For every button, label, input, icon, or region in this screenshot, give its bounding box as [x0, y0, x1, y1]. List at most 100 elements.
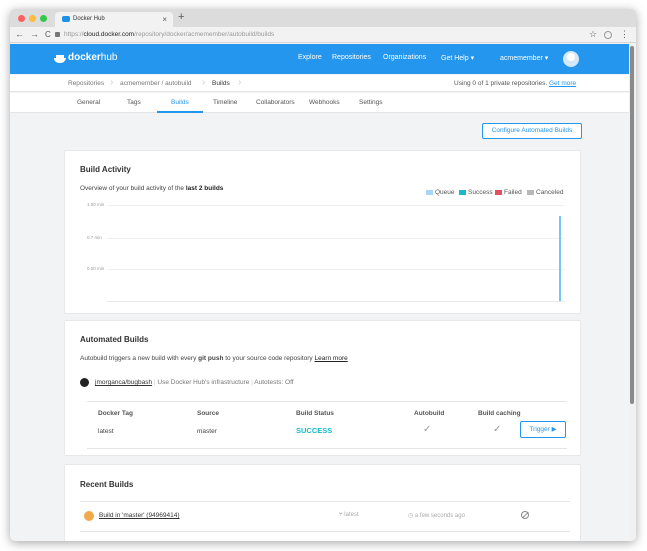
breadcrumb: Repositories › acmemember / autobuild › …: [10, 75, 636, 92]
scrollbar-thumb[interactable]: [630, 46, 634, 404]
subtitle-bold: last 2 builds: [185, 185, 224, 192]
build-time-label: a few seconds ago: [414, 513, 465, 519]
trigger-button[interactable]: Trigger ▶: [520, 421, 566, 438]
table-divider: [87, 448, 567, 449]
lock-icon: [55, 32, 60, 37]
reload-button[interactable]: C: [45, 30, 51, 39]
tab-title: Docker Hub: [73, 16, 105, 22]
nav-explore[interactable]: Explore: [298, 54, 322, 61]
url-field[interactable]: https://cloud.docker.com/repository/dock…: [64, 28, 274, 42]
user-menu[interactable]: acmemember ▾: [500, 54, 548, 62]
build-activity-title: Build Activity: [80, 165, 131, 174]
breadcrumb-builds: Builds: [212, 80, 230, 87]
url-scheme: https://: [64, 31, 84, 38]
logo-docker: docker: [68, 52, 101, 63]
automated-builds-title: Automated Builds: [80, 335, 149, 344]
forward-button[interactable]: →: [30, 29, 39, 39]
get-more-link[interactable]: Get more: [549, 80, 576, 87]
learn-more-link[interactable]: Learn more: [314, 355, 347, 362]
y-tick-label: 1.00 min: [87, 202, 105, 207]
new-tab-button[interactable]: +: [178, 11, 184, 23]
build-bar[interactable]: [559, 216, 561, 301]
nav-repositories[interactable]: Repositories: [332, 54, 371, 61]
gridline: [107, 238, 565, 239]
failed-swatch: [495, 189, 502, 195]
status-badge: SUCCESS: [296, 426, 333, 435]
private-repo-usage: Using 0 of 1 private repositories. Get m…: [454, 80, 576, 87]
row-tag: latest: [98, 428, 114, 435]
maximize-window-button[interactable]: [40, 15, 47, 22]
minimize-window-button[interactable]: [29, 15, 36, 22]
source-repo-link[interactable]: jmorganca/bugbash: [95, 379, 152, 386]
tab-general[interactable]: General: [77, 99, 100, 106]
infrastructure-text: Use Docker Hub's infrastructure: [157, 379, 250, 386]
queue-swatch: [426, 189, 433, 195]
build-activity-card: Build Activity Overview of your build ac…: [64, 150, 581, 314]
y-tick-label: 0.00 min: [87, 266, 105, 271]
breadcrumb-separator: ›: [238, 77, 242, 88]
docker-hub-logo[interactable]: dockerhub: [68, 52, 117, 63]
column-build-status: Build Status: [296, 410, 334, 417]
caching-check-icon[interactable]: ✓: [493, 424, 501, 435]
github-icon: [80, 378, 89, 387]
legend-canceled: Canceled: [527, 189, 563, 196]
y-tick-label: 0.7 min: [87, 235, 102, 240]
tab-close-icon[interactable]: ×: [162, 12, 167, 27]
docker-whale-icon: [54, 55, 66, 63]
legend-label: Canceled: [536, 189, 564, 196]
list-divider: [80, 531, 570, 532]
tab-timeline[interactable]: Timeline: [213, 99, 237, 106]
nav-get-help[interactable]: Get Help ▾: [441, 54, 474, 62]
gridline: [107, 269, 565, 270]
legend-queue: Queue: [426, 189, 455, 196]
url-path: /repository/docker/acmemember/autobuild/…: [134, 31, 275, 38]
build-time: ◷ a few seconds ago: [408, 512, 465, 519]
column-build-caching: Build caching: [478, 410, 521, 417]
desc-bold: git push: [198, 355, 224, 362]
cancel-build-icon[interactable]: [521, 511, 529, 519]
tab-tags[interactable]: Tags: [127, 99, 141, 106]
configure-automated-builds-button[interactable]: Configure Automated Builds: [482, 123, 582, 139]
breadcrumb-repo[interactable]: acmemember / autobuild: [120, 80, 192, 87]
page-scrollbar[interactable]: [629, 44, 636, 541]
column-source: Source: [197, 410, 220, 417]
autotests-text: Autotests: Off: [254, 379, 294, 386]
legend-label: Success: [468, 189, 493, 196]
build-activity-subtitle: Overview of your build activity of the l…: [80, 185, 223, 192]
table-divider: [87, 401, 567, 402]
avatar[interactable]: [563, 51, 579, 67]
build-tag-label: latest: [344, 512, 359, 518]
desc-suffix: to your source code repository: [223, 355, 315, 362]
clock-icon: ◷: [408, 513, 415, 519]
back-button[interactable]: ←: [15, 29, 24, 39]
recent-builds-title: Recent Builds: [80, 480, 134, 489]
extension-icon[interactable]: [604, 31, 612, 39]
tab-builds[interactable]: Builds: [171, 99, 189, 106]
row-source: master: [197, 428, 217, 435]
browser-window: Docker Hub × + ← → C https://cloud.docke…: [10, 9, 636, 541]
gridline: [107, 205, 565, 206]
canceled-swatch: [527, 189, 534, 195]
site-header: dockerhub Explore Repositories Organizat…: [10, 44, 636, 74]
browser-menu-icon[interactable]: ⋮: [620, 29, 629, 40]
tab-collaborators[interactable]: Collaborators: [256, 99, 295, 106]
logo-hub: hub: [100, 52, 118, 63]
column-autobuild: Autobuild: [414, 410, 445, 417]
url-host: cloud.docker.com: [83, 31, 135, 38]
autobuild-check-icon[interactable]: ✓: [423, 424, 431, 435]
repo-tabs: General Tags Builds Timeline Collaborato…: [10, 93, 636, 113]
build-link[interactable]: Build in 'master' (94969414): [99, 512, 180, 519]
active-tab-indicator: [157, 111, 203, 113]
automated-builds-card: Automated Builds Autobuild triggers a ne…: [64, 320, 581, 456]
close-window-button[interactable]: [18, 15, 25, 22]
list-divider: [80, 501, 570, 502]
nav-organizations[interactable]: Organizations: [383, 54, 426, 61]
tab-settings[interactable]: Settings: [359, 99, 383, 106]
desc-prefix: Autobuild triggers a new build with ever…: [80, 355, 199, 362]
browser-tab[interactable]: Docker Hub ×: [55, 12, 173, 27]
tab-webhooks[interactable]: Webhooks: [309, 99, 340, 106]
bookmark-star-icon[interactable]: ☆: [589, 29, 597, 40]
breadcrumb-repositories[interactable]: Repositories: [68, 80, 104, 87]
address-bar: ← → C https://cloud.docker.com/repositor…: [10, 27, 636, 43]
breadcrumb-separator: ›: [110, 77, 114, 88]
